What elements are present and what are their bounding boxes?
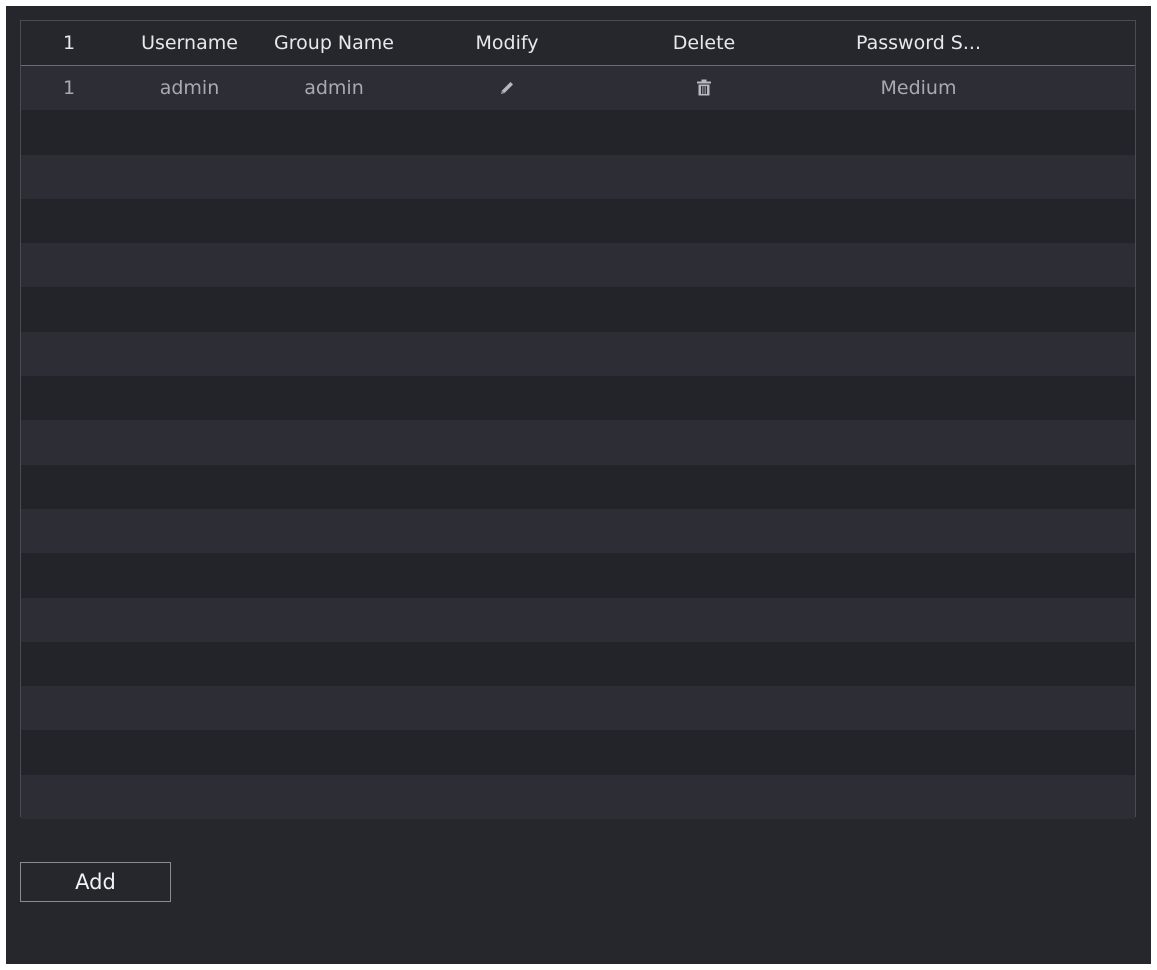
table-row-empty [21, 774, 1135, 820]
table-row-empty [21, 154, 1135, 199]
table-row-empty [21, 376, 1135, 421]
add-user-button[interactable]: Add [20, 862, 171, 902]
user-management-panel: 1 Username Group Name Modify Delete Pass… [6, 6, 1151, 964]
table-row-empty [21, 508, 1135, 554]
table-row-empty [21, 730, 1135, 775]
table-row[interactable]: 1 admin admin Medium [21, 66, 1135, 111]
header-password-strength[interactable]: Password S... [800, 32, 1037, 54]
user-table: 1 Username Group Name Modify Delete Pass… [20, 20, 1136, 820]
cell-modify [406, 77, 608, 99]
pencil-icon[interactable] [496, 77, 518, 99]
cell-group-name: admin [304, 77, 364, 100]
table-header: 1 Username Group Name Modify Delete Pass… [21, 21, 1135, 66]
table-row-empty [21, 553, 1135, 598]
table-body: 1 admin admin Medium [21, 66, 1135, 820]
header-delete: Delete [672, 32, 736, 54]
trash-icon[interactable] [693, 77, 715, 99]
table-row-empty [21, 243, 1135, 288]
header-group-name[interactable]: Group Name [262, 32, 406, 54]
table-row-empty [21, 641, 1135, 687]
table-row-empty [21, 331, 1135, 377]
table-row-empty [21, 597, 1135, 642]
cell-username: admin [159, 77, 220, 100]
header-number[interactable]: 1 [21, 32, 117, 54]
table-row-empty [21, 198, 1135, 244]
table-row-empty [21, 686, 1135, 731]
header-modify: Modify [475, 32, 539, 54]
table-row-empty [21, 420, 1135, 465]
cell-delete [608, 77, 800, 99]
cell-password-strength: Medium [880, 77, 957, 100]
header-username[interactable]: Username [117, 32, 262, 54]
table-row-empty [21, 464, 1135, 509]
cell-number: 1 [62, 77, 76, 100]
table-row-empty [21, 287, 1135, 332]
table-row-empty [21, 110, 1135, 155]
